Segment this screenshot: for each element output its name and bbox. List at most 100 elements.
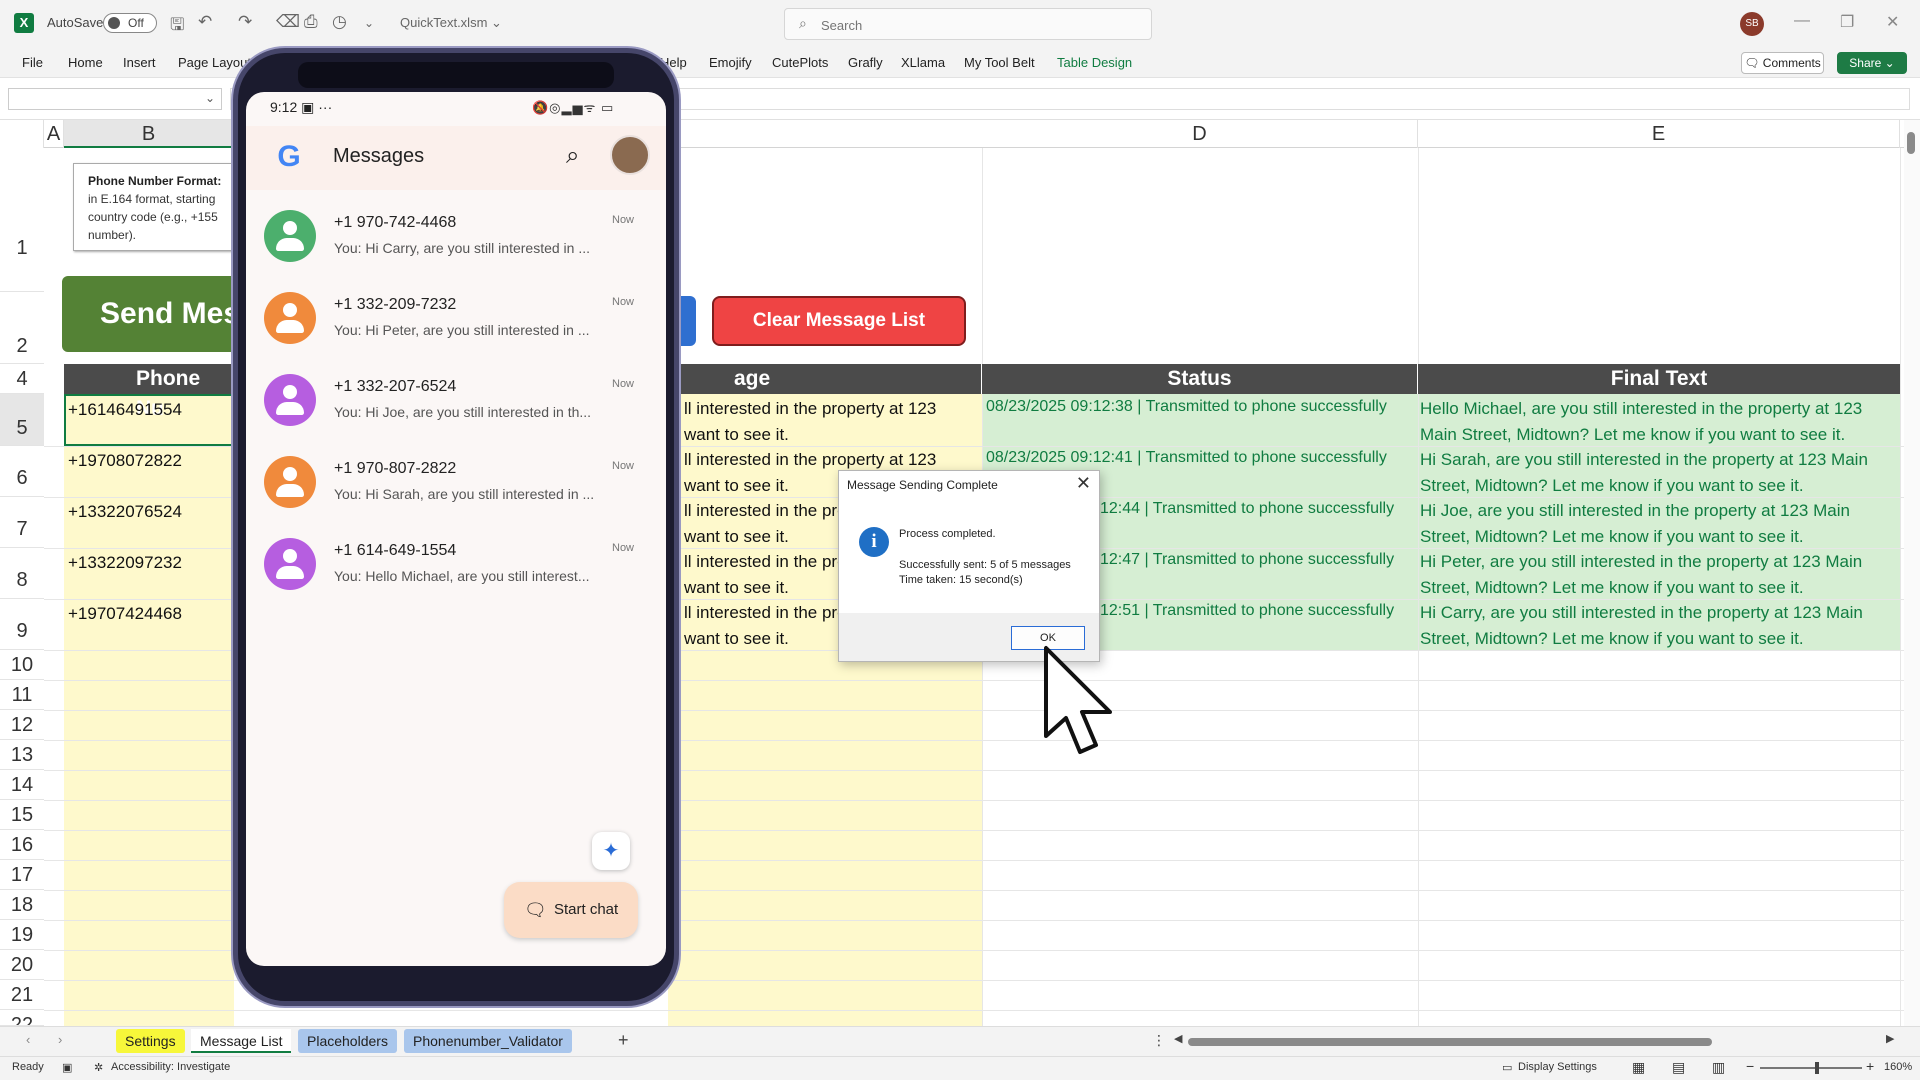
zoom-level[interactable]: 160%	[1884, 1061, 1912, 1073]
row-header[interactable]: 6	[0, 446, 44, 497]
header-status[interactable]: Status	[982, 364, 1418, 394]
message-cell[interactable]: ll interested in the property at 123 want…	[684, 396, 936, 448]
row-header[interactable]: 8	[0, 548, 44, 599]
message-cell[interactable]: ll interested in the pro want to see it.	[684, 549, 847, 601]
accessibility-status[interactable]: Accessibility: Investigate	[111, 1061, 230, 1073]
conversation-item[interactable]: +1 614-649-1554 You: Hello Michael, are y…	[246, 526, 666, 608]
row-header[interactable]: 20	[0, 950, 44, 980]
conversation-item[interactable]: +1 332-209-7232 You: Hi Peter, are you st…	[246, 280, 666, 362]
row-header[interactable]: 10	[0, 650, 44, 680]
conversation-item[interactable]: +1 332-207-6524 You: Hi Joe, are you stil…	[246, 362, 666, 444]
tab-phonenumber-validator[interactable]: Phonenumber_Validator	[404, 1029, 572, 1053]
undo-icon[interactable]: ↶	[198, 12, 212, 32]
row-header[interactable]: 1	[0, 148, 44, 292]
row-header[interactable]: 17	[0, 860, 44, 890]
final-text-cell[interactable]: Hi Sarah, are you still interested in th…	[1420, 447, 1890, 499]
name-box[interactable]: ⌄	[8, 88, 222, 110]
menu-page-layout[interactable]: Page Layout	[178, 55, 251, 70]
status-cell[interactable]: 12:44 | Transmitted to phone successfull…	[1100, 500, 1394, 518]
phone-number-cell[interactable]: +19708072822	[68, 451, 182, 471]
comments-button[interactable]: 🗨 Comments	[1741, 52, 1824, 74]
customize-toolbar-icon[interactable]: ⌄	[364, 16, 374, 30]
column-header-a[interactable]: A	[44, 120, 64, 148]
zoom-out-icon[interactable]: −	[1746, 1058, 1754, 1074]
zoom-slider[interactable]	[1760, 1067, 1862, 1069]
send-messages-button[interactable]: Send Mes	[62, 276, 262, 352]
prev-sheet-icon[interactable]: ‹	[26, 1032, 30, 1047]
final-text-cell[interactable]: Hi Joe, are you still interested in the …	[1420, 498, 1890, 550]
status-cell[interactable]: 08/23/2025 09:12:38 | Transmitted to pho…	[986, 398, 1387, 416]
search-icon[interactable]: ⌕	[566, 142, 579, 170]
phone-number-cell[interactable]: +13322097232	[68, 553, 182, 573]
scroll-right-icon[interactable]: ▶	[1886, 1032, 1894, 1045]
vertical-scroll-thumb[interactable]	[1907, 132, 1915, 154]
restore-icon[interactable]: ❐	[1840, 12, 1854, 32]
autosave-toggle[interactable]: Off	[103, 13, 157, 33]
eraser-icon[interactable]: ⌫	[276, 12, 300, 32]
close-icon[interactable]: ✕	[1076, 473, 1091, 494]
profile-avatar[interactable]	[610, 135, 650, 175]
message-cell[interactable]: ll interested in the pro want to see it.	[684, 498, 847, 550]
close-window-icon[interactable]: ✕	[1886, 12, 1899, 32]
row-header[interactable]: 13	[0, 740, 44, 770]
tab-message-list[interactable]: Message List	[191, 1029, 292, 1053]
search-input[interactable]	[821, 15, 1121, 35]
menu-table-design[interactable]: Table Design	[1057, 55, 1132, 70]
horizontal-scrollbar[interactable]	[1188, 1038, 1712, 1046]
vertical-scrollbar[interactable]	[1904, 120, 1920, 1026]
zoom-in-icon[interactable]: +	[1866, 1058, 1874, 1074]
row-header[interactable]: 15	[0, 800, 44, 830]
row-header[interactable]: 7	[0, 497, 44, 548]
print-icon[interactable]: ⎙	[304, 12, 318, 32]
column-header-b[interactable]: B	[64, 120, 234, 148]
row-header[interactable]: 16	[0, 830, 44, 860]
search-box[interactable]: ⌕	[784, 8, 1152, 40]
redo-icon[interactable]: ↷	[238, 12, 252, 32]
accessibility-icon[interactable]: ✲	[94, 1061, 103, 1074]
final-text-cell[interactable]: Hi Peter, are you still interested in th…	[1420, 549, 1890, 601]
clear-message-list-button[interactable]: Clear Message List	[712, 296, 966, 346]
conversation-item[interactable]: +1 970-742-4468 You: Hi Carry, are you st…	[246, 198, 666, 280]
select-all-corner[interactable]	[0, 120, 44, 148]
tab-settings[interactable]: Settings	[116, 1029, 185, 1053]
macro-record-icon[interactable]: ▣	[62, 1061, 72, 1074]
sparkle-icon[interactable]: ✦	[592, 832, 630, 870]
menu-cuteplots[interactable]: CutePlots	[772, 55, 828, 70]
row-header[interactable]: 22	[0, 1010, 44, 1026]
share-button[interactable]: Share ⌄	[1837, 52, 1907, 74]
next-sheet-icon[interactable]: ›	[58, 1032, 62, 1047]
phone-number-cell[interactable]: +13322076524	[68, 502, 182, 522]
menu-home[interactable]: Home	[68, 55, 103, 70]
header-phone-number[interactable]: Phone Nu	[64, 364, 234, 420]
minimize-icon[interactable]: —	[1794, 12, 1810, 30]
add-sheet-icon[interactable]: +	[618, 1030, 629, 1051]
final-text-cell[interactable]: Hi Carry, are you still interested in th…	[1420, 600, 1890, 652]
menu-file[interactable]: File	[22, 55, 43, 70]
message-cell[interactable]: ll interested in the pro want to see it.	[684, 600, 847, 652]
tab-placeholders[interactable]: Placeholders	[298, 1029, 397, 1053]
row-header[interactable]: 14	[0, 770, 44, 800]
menu-grafly[interactable]: Grafly	[848, 55, 883, 70]
status-cell[interactable]: 12:47 | Transmitted to phone successfull…	[1100, 551, 1394, 569]
page-layout-view-icon[interactable]: ▤	[1672, 1059, 1685, 1076]
column-header-e[interactable]: E	[1418, 120, 1900, 148]
start-chat-button[interactable]: 🗨 Start chat	[504, 882, 638, 938]
header-final-text[interactable]: Final Text	[1418, 364, 1900, 394]
normal-view-icon[interactable]: ▦	[1632, 1059, 1645, 1076]
display-settings[interactable]: Display Settings	[1518, 1061, 1597, 1073]
zoom-slider-thumb[interactable]	[1815, 1062, 1819, 1074]
menu-my-tool-belt[interactable]: My Tool Belt	[964, 55, 1035, 70]
scroll-left-icon[interactable]: ◀	[1174, 1032, 1182, 1045]
status-cell[interactable]: 12:51 | Transmitted to phone successfull…	[1100, 602, 1394, 620]
row-header[interactable]: 18	[0, 890, 44, 920]
row-header[interactable]: 4	[0, 364, 44, 394]
menu-xllama[interactable]: XLlama	[901, 55, 945, 70]
row-header[interactable]: 19	[0, 920, 44, 950]
more-options-icon[interactable]: ⋮	[1152, 1032, 1166, 1049]
row-header[interactable]: 21	[0, 980, 44, 1010]
column-header-d[interactable]: D	[982, 120, 1418, 148]
phone-number-cell[interactable]: +19707424468	[68, 604, 182, 624]
page-break-view-icon[interactable]: ▥	[1712, 1059, 1725, 1076]
menu-emojify[interactable]: Emojify	[709, 55, 752, 70]
row-header[interactable]: 12	[0, 710, 44, 740]
